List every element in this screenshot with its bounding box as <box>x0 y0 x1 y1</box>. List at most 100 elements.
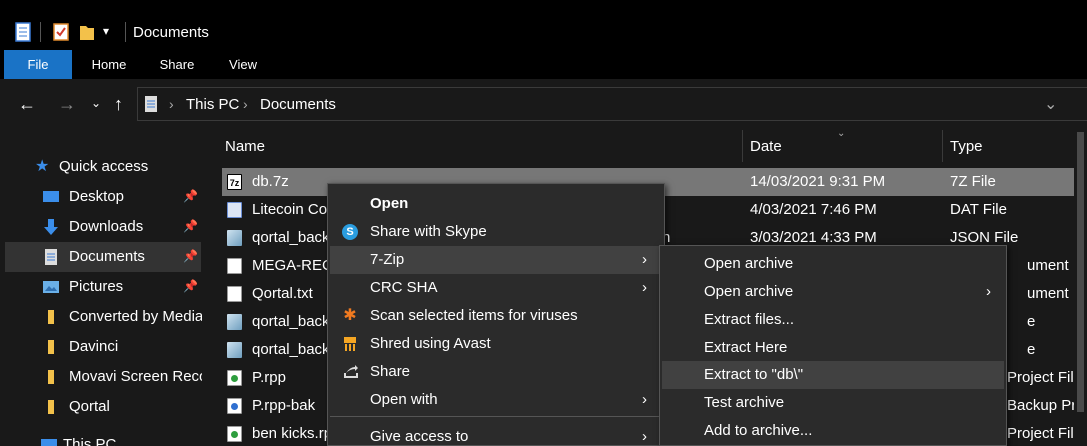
submenu-arrow-icon: › <box>642 428 647 445</box>
tab-share[interactable]: Share <box>150 50 204 79</box>
menu-item-extract-files[interactable]: Extract files... <box>662 306 1004 334</box>
file-type: DAT File <box>950 201 1007 218</box>
nav-item-desktop[interactable]: Desktop 📌 <box>5 182 201 212</box>
dat-icon <box>227 202 242 218</box>
computer-icon <box>41 439 57 446</box>
column-header-type[interactable]: Type <box>950 138 983 155</box>
json-icon <box>227 230 242 246</box>
nav-item-label: This PC <box>63 436 117 446</box>
scrollbar-thumb[interactable] <box>1077 132 1084 412</box>
customize-toolbar-dropdown[interactable]: ▾ <box>103 24 109 38</box>
column-separator[interactable] <box>942 130 943 162</box>
nav-item-this-pc[interactable]: This PC <box>5 430 201 446</box>
menu-divider <box>330 416 662 417</box>
submenu-arrow-icon: › <box>642 279 647 296</box>
up-arrow-icon[interactable]: ↑ <box>114 94 123 115</box>
menu-item-open-archive-submenu[interactable]: Open archive › <box>662 278 1004 306</box>
nav-item-documents[interactable]: Documents 📌 <box>5 242 201 272</box>
menu-item-label: 7-Zip <box>370 251 405 268</box>
menu-item-open-with[interactable]: Open with › <box>330 386 662 414</box>
nav-item-label: Qortal <box>69 398 110 415</box>
nav-item-converted-by-media[interactable]: Converted by Media <box>5 302 204 332</box>
pin-icon: 📌 <box>183 189 198 203</box>
menu-item-label: Shred using Avast <box>370 335 491 352</box>
nav-item-label: Quick access <box>59 158 149 175</box>
file-type: e <box>1027 313 1036 330</box>
column-header-name[interactable]: Name <box>225 138 265 155</box>
tab-view[interactable]: View <box>216 50 270 79</box>
documents-location-icon <box>145 96 157 112</box>
vertical-scrollbar[interactable] <box>1074 130 1087 446</box>
address-dropdown-chevron-icon[interactable]: ⌄ <box>1044 94 1057 114</box>
menu-item-open[interactable]: Open <box>330 190 662 218</box>
menu-item-7-zip[interactable]: 7-Zip › <box>330 246 662 274</box>
share-icon <box>344 365 358 378</box>
file-type: 7Z File <box>950 173 996 190</box>
checklist-icon[interactable] <box>52 22 70 42</box>
breadcrumb-this-pc[interactable]: This PC <box>186 96 239 113</box>
menu-item-extract-to-db[interactable]: Extract to "db\" <box>662 361 1004 389</box>
sort-caret-icon[interactable]: ⌄ <box>837 130 845 139</box>
folder-icon <box>48 340 54 354</box>
menu-item-crc-sha[interactable]: CRC SHA › <box>330 274 662 302</box>
new-folder-icon[interactable] <box>78 22 96 42</box>
nav-item-label: Movavi Screen Reco <box>69 368 208 385</box>
nav-item-label: Converted by Media <box>69 308 204 325</box>
menu-item-shred-avast[interactable]: Shred using Avast <box>330 330 662 358</box>
pictures-icon <box>43 281 59 293</box>
file-name: qortal_back <box>252 313 330 330</box>
breadcrumb-chevron-icon[interactable]: › <box>243 96 248 112</box>
folder-icon <box>48 310 54 324</box>
nav-item-davinci[interactable]: Davinci <box>5 332 201 362</box>
menu-item-label: Open with <box>370 391 438 408</box>
menu-item-share-with-skype[interactable]: S Share with Skype <box>330 218 662 246</box>
pin-icon: 📌 <box>183 279 198 293</box>
file-type: JSON File <box>950 229 1019 246</box>
documents-icon <box>45 249 57 265</box>
rpp-icon <box>227 426 242 442</box>
menu-item-label: Extract Here <box>704 339 788 356</box>
nav-item-label: Pictures <box>69 278 124 295</box>
title-bar: ▾ Documents <box>0 0 1087 50</box>
text-icon <box>227 258 242 274</box>
column-header-date[interactable]: Date <box>750 138 782 155</box>
shred-icon <box>344 337 356 351</box>
properties-icon[interactable] <box>14 22 32 42</box>
menu-item-label: Open <box>370 195 409 212</box>
star-icon: ★ <box>35 158 50 175</box>
file-date: 4/03/2021 7:46 PM <box>750 201 877 218</box>
nav-item-quick-access[interactable]: ★ Quick access <box>5 152 201 182</box>
desktop-icon <box>43 191 59 202</box>
pin-icon: 📌 <box>183 219 198 233</box>
back-arrow-icon[interactable]: ← <box>18 94 36 115</box>
context-menu: Open S Share with Skype 7-Zip › CRC SHA … <box>327 183 665 446</box>
menu-item-share[interactable]: Share <box>330 358 662 386</box>
menu-item-label: Extract to "db\" <box>704 366 804 383</box>
menu-item-open-archive[interactable]: Open archive <box>662 250 1004 278</box>
nav-item-pictures[interactable]: Pictures 📌 <box>5 272 201 302</box>
recent-locations-chevron-icon[interactable]: ⌄ <box>91 96 101 110</box>
menu-item-test-archive[interactable]: Test archive <box>662 389 1004 417</box>
file-date: 14/03/2021 9:31 PM <box>750 173 886 190</box>
menu-item-give-access-to[interactable]: Give access to › <box>330 423 662 446</box>
file-name: qortal_back <box>252 341 330 358</box>
title-divider <box>125 22 126 42</box>
forward-arrow-icon[interactable]: → <box>58 94 76 115</box>
menu-item-extract-here[interactable]: Extract Here <box>662 334 1004 362</box>
submenu-arrow-icon: › <box>642 391 647 408</box>
column-separator[interactable] <box>742 130 743 162</box>
rpp-bak-icon <box>227 398 242 414</box>
nav-item-movavi[interactable]: Movavi Screen Reco <box>5 362 207 392</box>
breadcrumb-documents[interactable]: Documents <box>260 96 336 113</box>
navigation-pane: ★ Quick access Desktop 📌 Downloads 📌 Doc… <box>0 130 207 446</box>
breadcrumb-chevron-icon[interactable]: › <box>169 96 174 112</box>
nav-item-downloads[interactable]: Downloads 📌 <box>5 212 201 242</box>
submenu-arrow-icon: › <box>986 283 991 300</box>
nav-item-label: Davinci <box>69 338 119 355</box>
tab-file[interactable]: File <box>4 50 72 79</box>
menu-item-add-to-archive[interactable]: Add to archive... <box>662 417 1004 445</box>
tab-home[interactable]: Home <box>82 50 136 79</box>
file-type: ument <box>1027 257 1069 274</box>
menu-item-scan-viruses[interactable]: ✱ Scan selected items for viruses <box>330 302 662 330</box>
nav-item-qortal[interactable]: Qortal <box>5 392 201 422</box>
